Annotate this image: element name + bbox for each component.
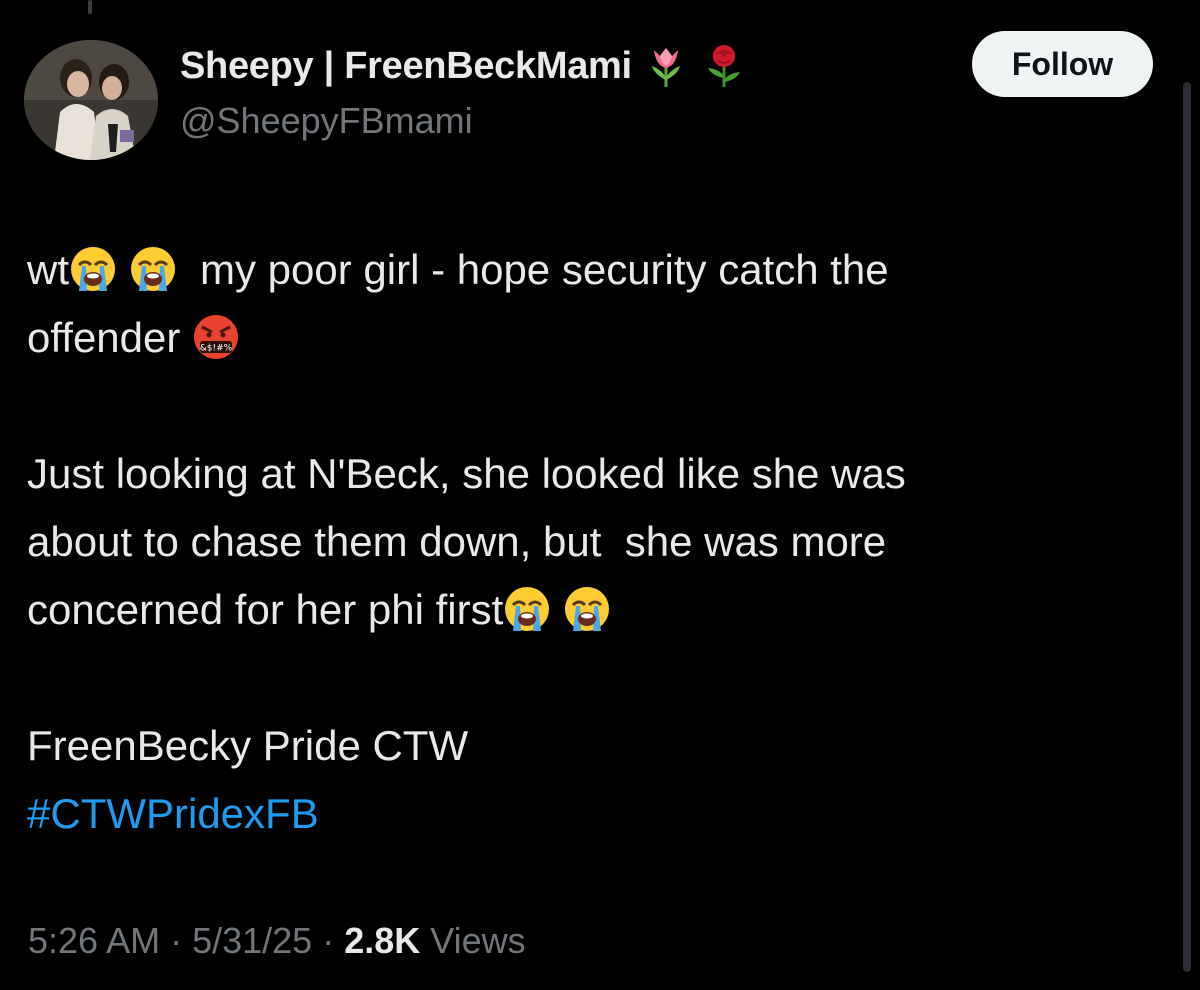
tweet-line: wt my poor girl - hope security catch th…: [27, 236, 1147, 304]
tweet-line: about to chase them down, but she was mo…: [27, 518, 887, 565]
tweet-text-segment: offender: [27, 314, 181, 361]
face-with-symbols-on-mouth-emoji: &$!#%: [192, 313, 240, 361]
author-handle[interactable]: @SheepyFBmami: [180, 100, 473, 142]
loudly-crying-face-emoji: [69, 245, 117, 293]
tweet-line: concerned for her phi first: [27, 576, 1147, 644]
tweet-line: Just looking at N'Beck, she looked like …: [27, 450, 906, 497]
loudly-crying-face-emoji: [129, 245, 177, 293]
thread-connector-line: [88, 0, 92, 14]
views-count[interactable]: 2.8K: [344, 920, 420, 961]
avatar[interactable]: [24, 40, 158, 160]
tweet-line: FreenBecky Pride CTW: [27, 722, 469, 769]
follow-button[interactable]: Follow: [972, 31, 1153, 97]
tweet-line: #CTWPridexFB: [27, 780, 1147, 848]
tweet-text-segment: concerned for her phi first: [27, 586, 504, 633]
tweet-text-segment: wt: [27, 246, 69, 293]
meta-separator: ·: [160, 920, 193, 961]
tweet-line: offender &$!#%: [27, 304, 1147, 372]
svg-text:&$!#%: &$!#%: [200, 344, 233, 354]
loudly-crying-face-emoji: [503, 585, 551, 633]
author-display-name[interactable]: Sheepy | FreenBeckMami: [180, 45, 632, 88]
rose-emoji: [704, 44, 744, 88]
views-label: Views: [420, 920, 526, 961]
tweet-text: wt my poor girl - hope security catch th…: [27, 236, 1147, 848]
loudly-crying-face-emoji: [563, 585, 611, 633]
tweet-text-segment: my poor girl - hope security catch the: [200, 246, 889, 293]
hashtag-link[interactable]: #CTWPridexFB: [27, 790, 319, 837]
tulip-emoji: [646, 44, 686, 88]
meta-separator: ·: [312, 920, 345, 961]
scrollbar[interactable]: [1183, 82, 1191, 972]
tweet-time[interactable]: 5:26 AM: [28, 920, 160, 961]
tweet-date[interactable]: 5/31/25: [192, 920, 312, 961]
tweet-meta: 5:26 AM · 5/31/25 · 2.8K Views: [28, 920, 526, 962]
author-display-name-row[interactable]: Sheepy | FreenBeckMami: [180, 44, 744, 88]
